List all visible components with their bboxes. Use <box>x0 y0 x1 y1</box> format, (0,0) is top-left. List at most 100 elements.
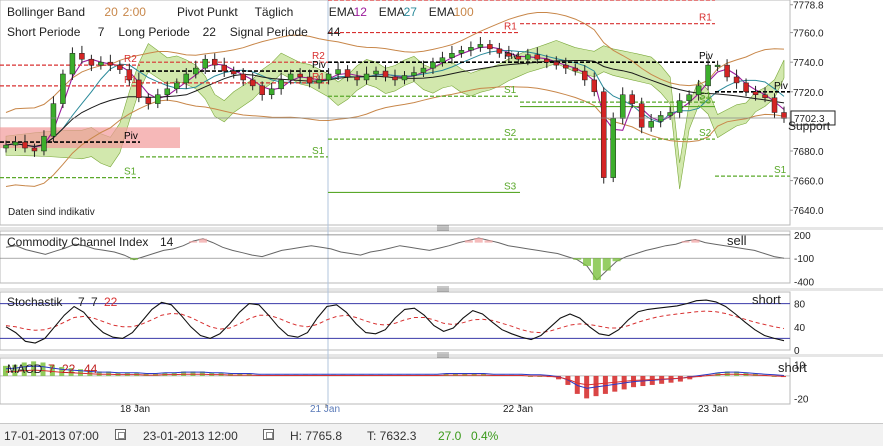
candle-body-36 <box>344 69 351 78</box>
stoch-signal: short <box>752 292 781 307</box>
legend-top-6: 12 <box>354 5 368 19</box>
cci-signal: sell <box>727 233 747 248</box>
cci-tick-1: -100 <box>794 254 814 265</box>
candle-body-10 <box>98 61 104 66</box>
legend-top-1: 20 <box>104 5 118 19</box>
price-tick-0: 7640.0 <box>793 206 824 217</box>
candle-body-51 <box>487 44 493 50</box>
candle-body-40 <box>382 70 389 78</box>
candle-body-81 <box>771 97 778 113</box>
candle-body-19 <box>183 73 190 84</box>
candle-body-63 <box>600 91 607 178</box>
pivot-label-R1-3: R1 <box>699 13 712 24</box>
candle-body-7 <box>69 53 76 75</box>
macd-title: MACD <box>7 362 43 376</box>
support-annotation: Support <box>788 119 831 133</box>
macd-bar-63 <box>593 375 599 397</box>
price-tick-7: 7778.8 <box>793 1 824 12</box>
x-tick-1: 21 Jan <box>310 404 340 415</box>
candle-body-44 <box>420 67 427 73</box>
legend-ichimoku-1: 7 <box>98 25 105 39</box>
candle-body-15 <box>145 97 152 104</box>
cci-tick-0: 200 <box>794 231 811 242</box>
candle-body-17 <box>164 88 171 95</box>
candle-body-57 <box>544 58 550 63</box>
legend-ichimoku-5: 44 <box>327 25 341 39</box>
candle-body-37 <box>354 76 360 81</box>
legend-top-0: Bollinger Band <box>7 5 85 19</box>
stoch-param-0: 7 <box>78 295 85 309</box>
candle-body-38 <box>363 73 370 81</box>
cci-ob-49 <box>484 240 493 243</box>
macd-tick-1: -20 <box>794 394 809 405</box>
stoch-param-1: 7 <box>91 295 98 309</box>
cci-ob-69 <box>681 241 690 243</box>
pivot-label-S1-0: S1 <box>124 167 137 178</box>
candle-body-25 <box>240 73 246 81</box>
candle-body-34 <box>325 73 332 81</box>
candle-body-12 <box>117 64 123 70</box>
cci-title: Commodity Channel Index <box>7 235 148 249</box>
legend-top-7: EMA <box>379 5 405 19</box>
candle-body-46 <box>439 57 446 63</box>
candle-body-24 <box>230 70 237 75</box>
candle-body-2 <box>22 141 28 149</box>
macd-param-1: 22 <box>62 362 76 376</box>
candle-body-20 <box>193 67 199 75</box>
candle-body-0 <box>3 144 9 149</box>
pivot-label-S2-3: S2 <box>699 128 712 139</box>
candle-body-39 <box>373 70 379 75</box>
cci-os-13 <box>130 258 139 260</box>
panel-frame-2 <box>0 291 791 351</box>
pivot-label-Piv-1: Piv <box>312 60 326 71</box>
stoch-title: Stochastik <box>7 295 63 309</box>
legend-top-5: EMA <box>329 5 355 19</box>
candle-body-8 <box>79 53 85 60</box>
pivot-label-S2-2: S2 <box>504 128 517 139</box>
price-tick-1: 7660.0 <box>793 177 824 188</box>
candle-body-29 <box>278 79 284 90</box>
candle-body-18 <box>174 82 180 90</box>
legend-top-10: 100 <box>454 5 474 19</box>
candle-body-80 <box>762 94 768 98</box>
calendar-from-icon[interactable] <box>115 429 126 440</box>
candle-body-27 <box>259 85 265 95</box>
candle-body-75 <box>714 64 721 67</box>
candle-body-49 <box>468 47 474 51</box>
candle-body-35 <box>335 69 341 75</box>
macd-signal: short <box>778 360 807 375</box>
change-value: 27.0 <box>438 429 462 443</box>
candle-body-59 <box>563 64 569 69</box>
candle-body-32 <box>306 76 313 84</box>
pivot-label-Piv-0: Piv <box>124 131 138 142</box>
candle-body-13 <box>126 69 133 81</box>
disclaimer-text: Daten sind indikativ <box>8 207 95 218</box>
candle-body-61 <box>582 70 588 81</box>
candle-body-82 <box>781 112 787 119</box>
candle-body-55 <box>525 54 531 60</box>
legend-top-9: EMA <box>429 5 455 19</box>
candle-body-72 <box>686 94 692 101</box>
change-percent: 0.4% <box>471 429 499 443</box>
candle-body-60 <box>572 67 579 72</box>
legend-ichimoku-0: Short Periode <box>7 25 81 39</box>
price-tick-4: 7720.0 <box>793 88 824 99</box>
cci-os-60 <box>592 258 601 280</box>
cci-ob-48 <box>474 237 483 243</box>
calendar-to-icon[interactable] <box>263 429 274 440</box>
candle-body-1 <box>12 141 19 146</box>
price-tick-2: 7680.0 <box>793 147 824 158</box>
date-from: 17-01-2013 07:00 <box>4 429 99 443</box>
candle-body-78 <box>743 82 749 93</box>
pivot-label-S3-3: S3 <box>699 96 712 107</box>
candle-body-28 <box>268 88 275 95</box>
candle-body-14 <box>136 79 142 98</box>
legend-ichimoku-4: Signal Periode <box>230 25 308 39</box>
pivot-label-R1-2: R1 <box>504 22 517 33</box>
splitter-1 <box>0 288 883 291</box>
candle-body-54 <box>515 56 522 60</box>
candle-body-77 <box>733 76 740 84</box>
candle-body-62 <box>591 79 597 93</box>
candle-body-30 <box>287 73 294 81</box>
candle-body-3 <box>31 147 38 152</box>
